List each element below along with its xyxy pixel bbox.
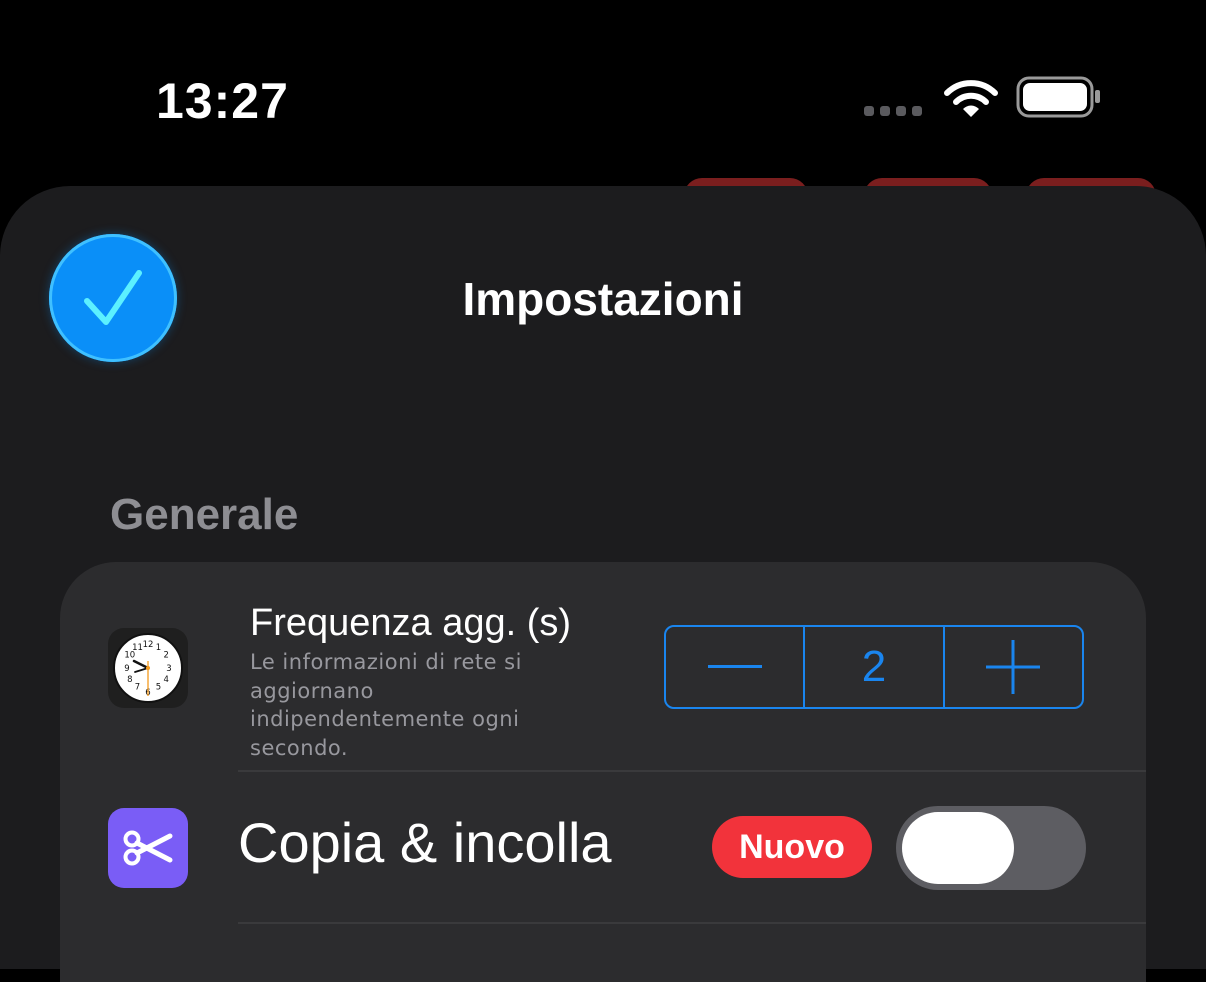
signal-dots-icon <box>864 106 922 116</box>
svg-text:3: 3 <box>166 664 171 674</box>
page-title: Impostazioni <box>462 273 744 325</box>
svg-text:8: 8 <box>127 675 132 685</box>
battery-icon <box>1016 76 1100 118</box>
toggle-knob <box>902 812 1014 884</box>
svg-text:1: 1 <box>156 643 161 653</box>
settings-sheet: Impostazioni Generale 12 1 2 3 4 5 6 7 8… <box>0 186 1206 982</box>
row-separator <box>238 770 1146 772</box>
stepper-increment-button[interactable] <box>942 627 1082 707</box>
row-separator <box>238 922 1146 924</box>
svg-text:2: 2 <box>163 651 168 661</box>
clock-icon: 12 1 2 3 4 5 6 7 8 9 10 11 <box>108 628 188 708</box>
copy-paste-toggle[interactable] <box>896 806 1086 890</box>
svg-text:9: 9 <box>124 664 129 674</box>
copy-paste-title: Copia & incolla <box>238 811 612 874</box>
status-time: 13:27 <box>156 73 289 129</box>
refresh-frequency-title: Frequenza agg. (s) <box>250 602 572 644</box>
minus-icon <box>707 665 762 668</box>
wifi-icon <box>944 80 998 117</box>
scissors-icon <box>108 808 188 888</box>
section-header-general: Generale <box>110 490 299 539</box>
svg-text:4: 4 <box>163 675 168 685</box>
svg-text:5: 5 <box>156 683 161 693</box>
settings-group-general: 12 1 2 3 4 5 6 7 8 9 10 11 Fr <box>60 562 1146 982</box>
svg-text:12: 12 <box>143 640 154 650</box>
svg-text:11: 11 <box>132 643 143 653</box>
stepper-value: 2 <box>803 627 942 707</box>
svg-text:7: 7 <box>135 683 140 693</box>
status-bar: 13:27 <box>0 0 1206 180</box>
plus-icon <box>986 640 1041 694</box>
stepper-decrement-button[interactable] <box>666 627 803 707</box>
refresh-frequency-subtitle: Le informazioni di rete si aggiornano in… <box>250 650 522 760</box>
new-badge: Nuovo <box>712 816 872 878</box>
refresh-frequency-stepper: 2 <box>664 625 1084 709</box>
